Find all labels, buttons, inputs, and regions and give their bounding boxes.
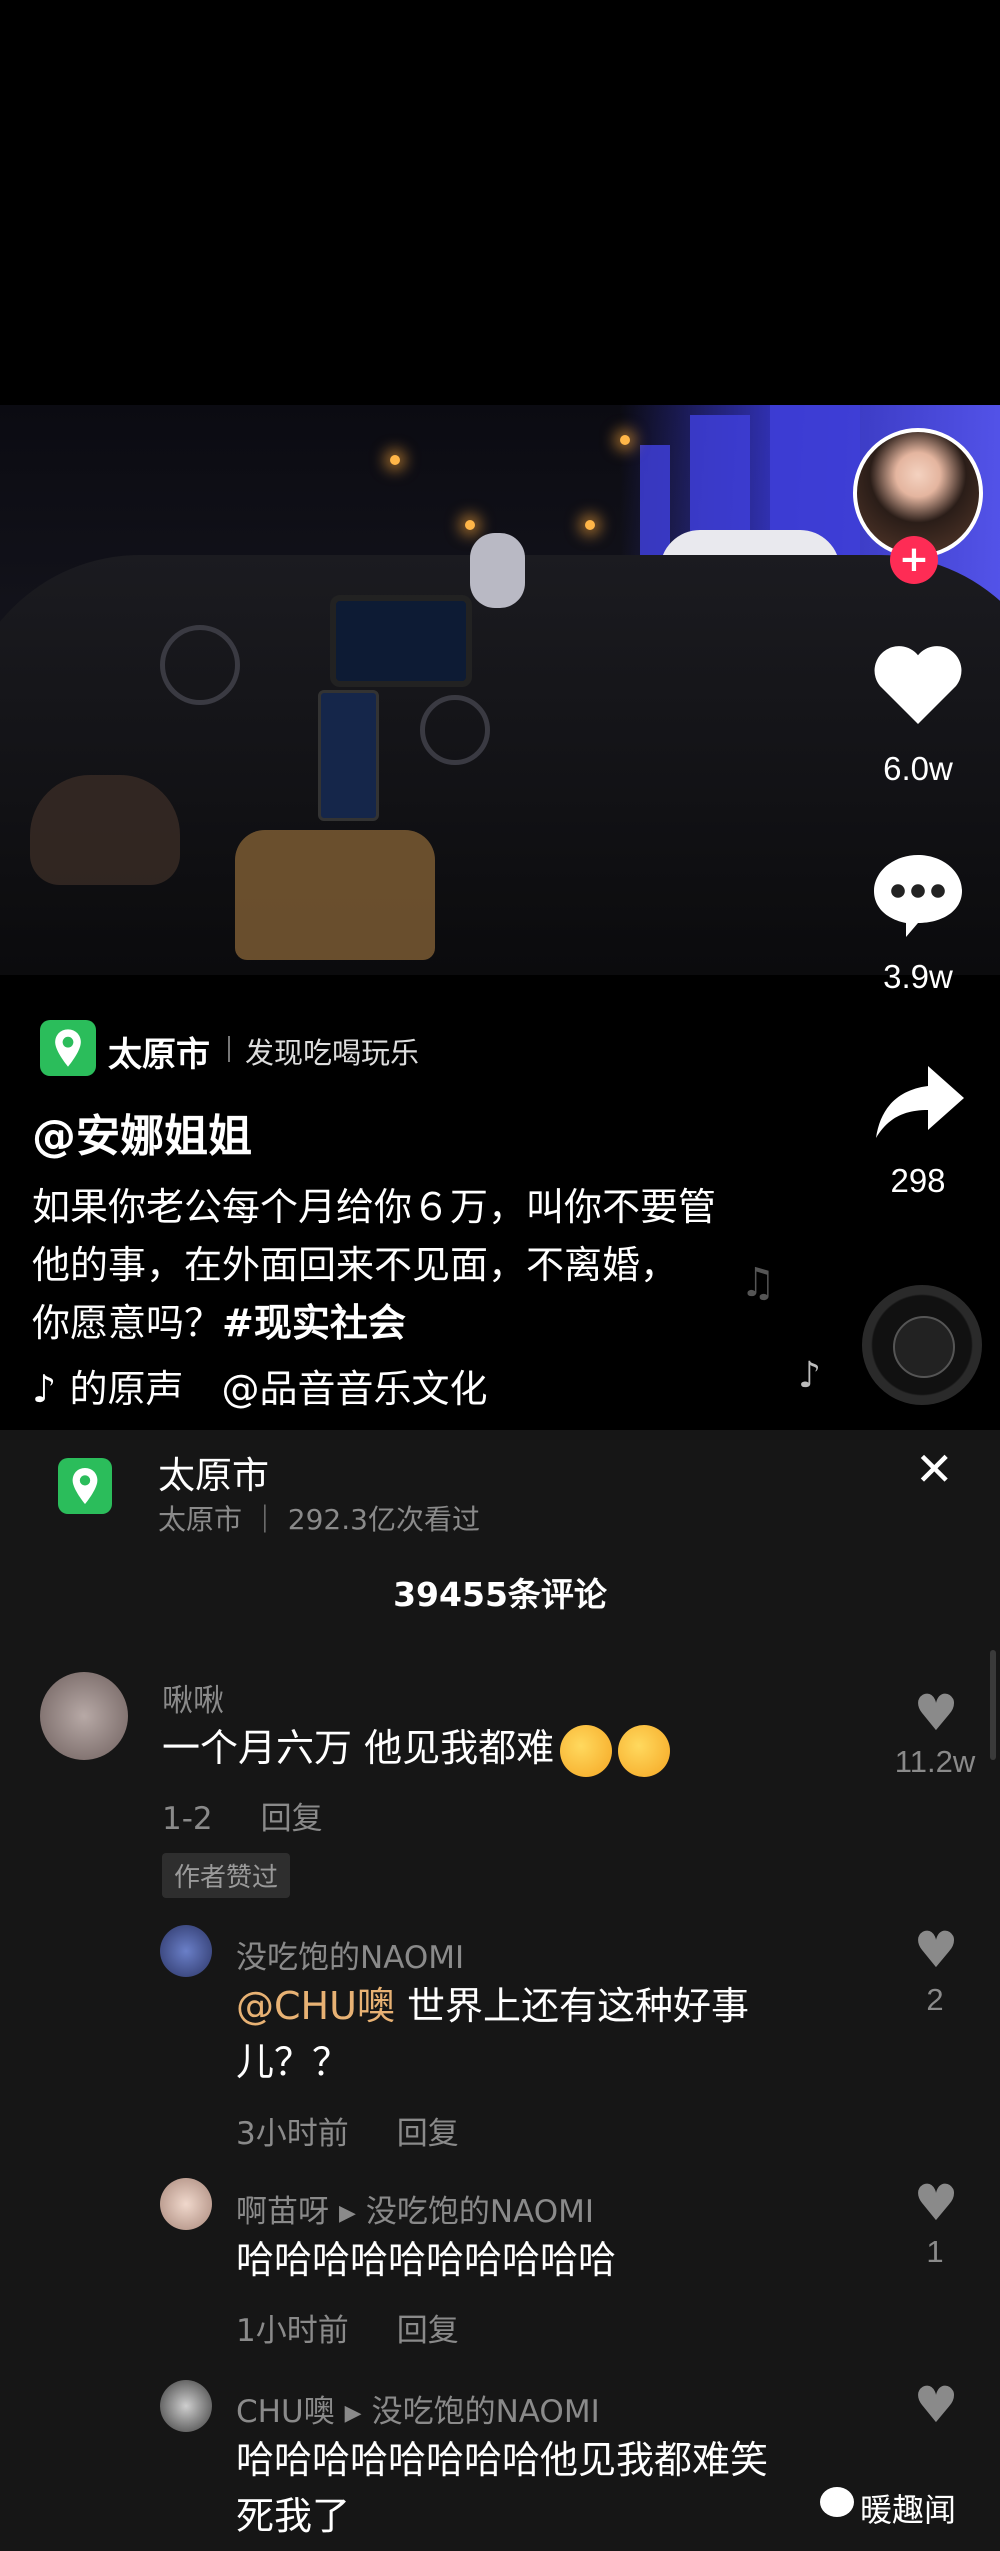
commenter-name-link[interactable]: CHU噢 xyxy=(236,2394,335,2430)
avatar[interactable] xyxy=(160,1925,212,1977)
commenter-name[interactable]: 没吃饱的NAOMI xyxy=(236,1932,464,1977)
phone xyxy=(318,690,379,821)
avatar[interactable] xyxy=(160,2178,212,2230)
hashtag-link[interactable]: #现实社会 xyxy=(222,1301,406,1345)
comment-like-count: 2 xyxy=(926,1982,944,2017)
reply-target[interactable]: 没吃饱的NAOMI xyxy=(366,2194,594,2230)
commenter-name-link[interactable]: 啊苗呀 xyxy=(236,2194,329,2230)
divider xyxy=(228,1036,230,1062)
like-count: 6.0w xyxy=(883,750,953,787)
comment-text: 一个月六万 他见我都难 xyxy=(162,1720,671,1777)
comment-count: 3.9w xyxy=(883,958,953,995)
share-count: 298 xyxy=(890,1162,946,1199)
reply-arrow-icon: ▶ xyxy=(339,2201,356,2226)
reply-count[interactable]: 1-2 xyxy=(162,1801,213,1837)
watermark: 暖趣闻 xyxy=(860,2491,957,2529)
comment-like-count: 11.2w xyxy=(894,1744,976,1779)
handbag xyxy=(235,830,435,960)
music-ticker[interactable]: ♪ 的原声 @品音音乐文化 xyxy=(32,1358,552,1413)
location-name[interactable]: 太原市 xyxy=(108,1027,210,1076)
street-light xyxy=(585,520,595,530)
music-note-icon: ♫ xyxy=(740,1260,776,1306)
comment-meta: 3小时前 回复 xyxy=(236,2108,507,2153)
commenter-name: 啊苗呀 ▶ 没吃饱的NAOMI xyxy=(236,2186,594,2231)
comment-meta: 1小时前 回复 xyxy=(236,2305,507,2350)
comment-like-count: 1 xyxy=(926,2234,944,2269)
dashboard xyxy=(0,555,1000,975)
follow-button[interactable]: + xyxy=(890,536,938,584)
comment-text: 哈哈哈哈哈哈哈哈哈哈 xyxy=(236,2238,617,2282)
panel-location-title[interactable]: 太原市 xyxy=(158,1445,269,1499)
share-icon[interactable] xyxy=(872,1062,968,1142)
close-icon[interactable]: ✕ xyxy=(915,1442,954,1496)
mention-link[interactable]: @CHU噢 xyxy=(236,1984,395,2028)
location-pin-icon xyxy=(40,1020,96,1076)
video-caption: 如果你老公每个月给你６万，叫你不要管 他的事，在外面回来不见面，不离婚， 你愿意… xyxy=(32,1185,717,1345)
comment-like-icon[interactable]: ♥ xyxy=(908,2380,964,2430)
location-pin-icon xyxy=(58,1458,112,1514)
author-name[interactable]: @安娜姐姐 xyxy=(32,1100,252,1164)
comment-time: 3小时前 xyxy=(236,2116,349,2152)
comment-like-icon[interactable]: ♥ xyxy=(908,2178,964,2228)
music-note-icon: ♪ xyxy=(798,1355,821,1396)
reply-arrow-icon: ▶ xyxy=(344,2401,362,2426)
comment-text: @CHU噢 世界上还有这种好事 儿？？ xyxy=(236,1984,750,2084)
comment-like-icon[interactable]: ♥ xyxy=(908,1688,964,1738)
tiktok-logo-icon: ♪ xyxy=(32,1367,70,1411)
street-light xyxy=(620,435,630,445)
author-liked-badge: 作者赞过 xyxy=(162,1853,291,1898)
gauge xyxy=(160,625,240,705)
music-cover xyxy=(893,1316,955,1378)
reply-target[interactable]: 没吃饱的NAOMI xyxy=(372,2394,600,2430)
commenter-name[interactable]: 啾啾 xyxy=(162,1675,224,1720)
comment-total: 39455条评论 xyxy=(393,1575,607,1614)
panel-location-stats: 太原市 ｜ 292.3亿次看过 xyxy=(158,1503,480,1536)
comment-meta: 1-2 回复 xyxy=(162,1793,371,1838)
location-subtitle[interactable]: 发现吃喝玩乐 xyxy=(245,1030,419,1072)
reply-button[interactable]: 回复 xyxy=(397,2313,459,2349)
commenter-name: CHU噢 ▶ 没吃饱的NAOMI xyxy=(236,2386,600,2431)
avatar[interactable] xyxy=(160,2380,212,2432)
comment-like-icon[interactable]: ♥ xyxy=(908,1925,964,1975)
comment-icon[interactable] xyxy=(870,850,966,940)
wechat-logo-icon xyxy=(820,2487,854,2517)
avatar[interactable] xyxy=(40,1672,128,1760)
toy-figure xyxy=(470,533,525,608)
video-frame[interactable] xyxy=(0,405,1000,975)
emoji-icon xyxy=(618,1724,671,1777)
comment-time: 1小时前 xyxy=(236,2313,349,2349)
emoji-icon xyxy=(560,1724,613,1777)
street-light xyxy=(390,455,400,465)
reply-button[interactable]: 回复 xyxy=(261,1801,323,1837)
scrollbar[interactable] xyxy=(990,1650,996,1760)
street-light xyxy=(465,520,475,530)
hand xyxy=(30,775,180,885)
gauge xyxy=(420,695,490,765)
like-heart-icon[interactable] xyxy=(870,640,966,728)
reply-button[interactable]: 回复 xyxy=(397,2116,459,2152)
comment-text: 哈哈哈哈哈哈哈哈他见我都难笑 死我了 xyxy=(236,2438,769,2538)
car-display xyxy=(330,595,472,687)
